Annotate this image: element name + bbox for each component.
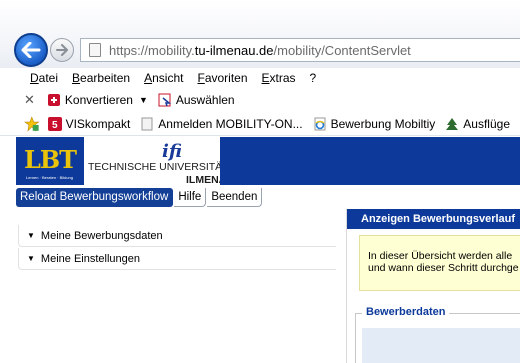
tab-beenden[interactable]: Beenden	[207, 188, 263, 207]
application-history-panel: Anzeigen Bewerbungsverlauf In dieser Übe…	[346, 209, 520, 363]
url-prefix: https://mobility.	[109, 42, 195, 58]
favorite-label: Ausflüge	[463, 116, 510, 131]
forward-arrow-icon	[56, 44, 68, 56]
banner-fill	[220, 137, 520, 185]
page-content: LBT Lernen · Beraten · Bildung ifi TECHN…	[0, 137, 520, 363]
tab-reload-workflow[interactable]: Reload Bewerbungsworkflow	[16, 188, 174, 207]
logo-block: LBT Lernen · Beraten · Bildung	[16, 137, 84, 185]
favorite-label: VISkompakt	[65, 116, 131, 131]
triangle-down-icon: ▼	[27, 231, 35, 240]
tab-hilfe[interactable]: Hilfe	[174, 188, 207, 207]
vis-icon: 5	[47, 116, 62, 131]
menu-favoriten[interactable]: Favoriten	[197, 71, 247, 85]
select-label: Auswählen	[175, 93, 235, 107]
sidebar-accordion: ▼ Meine Bewerbungsdaten ▼ Meine Einstell…	[18, 225, 336, 271]
url-suffix: /mobility/ContentServlet	[273, 42, 411, 58]
favorite-label: Anmelden MOBILITY-ON...	[158, 116, 303, 131]
panel-title: Anzeigen Bewerbungsverlauf	[347, 209, 520, 229]
favorite-viskompakt[interactable]: 5 VISkompakt	[47, 116, 131, 131]
menu-help[interactable]: ?	[310, 71, 317, 85]
accordion-einstellungen[interactable]: ▼ Meine Einstellungen	[18, 248, 336, 270]
triangle-down-icon: ▼	[27, 254, 35, 263]
info-line: In dieser Übersicht werden alle	[368, 250, 513, 262]
favorite-bewerbung[interactable]: Bewerbung Mobiltiy	[313, 116, 436, 131]
command-bar: ✕ Konvertieren ▼ Auswählen	[0, 89, 520, 111]
header-banner: LBT Lernen · Beraten · Bildung ifi TECHN…	[16, 137, 520, 186]
forward-button[interactable]	[50, 38, 74, 62]
accordion-bewerbungsdaten[interactable]: ▼ Meine Bewerbungsdaten	[18, 225, 336, 247]
info-line: und wann dieser Schritt durchge	[368, 262, 519, 274]
tu-logo-mark: ifi	[162, 141, 182, 162]
favorite-label: Bewerbung Mobiltiy	[330, 116, 436, 131]
favorite-ausfluege[interactable]: Ausflüge	[445, 117, 510, 131]
back-arrow-icon	[21, 42, 41, 58]
menu-extras[interactable]: Extras	[262, 71, 296, 85]
close-icon[interactable]: ✕	[24, 92, 35, 108]
menu-ansicht[interactable]: Ansicht	[144, 71, 183, 85]
lbt-logo-subtext: Lernen · Beraten · Bildung	[26, 175, 73, 180]
accordion-label: Meine Einstellungen	[40, 252, 140, 265]
action-tabs: Reload Bewerbungsworkflow Hilfe Beenden	[16, 188, 263, 207]
applicant-data-fieldset: Bewerberdaten	[355, 306, 520, 363]
select-icon	[158, 93, 171, 107]
url-domain: tu-ilmenau.de	[194, 42, 274, 58]
favorite-anmelden[interactable]: Anmelden MOBILITY-ON...	[140, 116, 303, 131]
menu-bar: Datei Bearbeiten Ansicht Favoriten Extra…	[0, 68, 520, 87]
browser-toolbar: https://mobility. tu-ilmenau.de/mobility/…	[0, 0, 520, 68]
ie-page-icon	[314, 117, 326, 130]
applicant-data-area	[362, 328, 520, 363]
svg-text:5: 5	[52, 120, 58, 131]
page-icon	[141, 117, 153, 130]
fieldset-legend: Bewerberdaten	[362, 306, 450, 318]
lbt-logo: LBT	[24, 145, 77, 174]
convert-button[interactable]: Konvertieren	[47, 93, 133, 107]
accordion-label: Meine Bewerbungsdaten	[40, 229, 163, 242]
select-button[interactable]: Auswählen	[158, 93, 235, 107]
convert-dropdown-icon[interactable]: ▼	[139, 95, 148, 105]
info-box: In dieser Übersicht werden alle und wann…	[359, 235, 520, 291]
tree-icon	[446, 117, 459, 130]
favorites-bar: 5 VISkompakt Anmelden MOBILITY-ON... Bew…	[0, 112, 520, 136]
address-bar[interactable]: https://mobility. tu-ilmenau.de/mobility/…	[80, 38, 520, 62]
page-icon	[89, 43, 101, 57]
menu-datei[interactable]: Datei	[30, 71, 58, 85]
convert-icon	[47, 94, 60, 106]
back-button[interactable]	[14, 33, 48, 67]
menu-bearbeiten[interactable]: Bearbeiten	[72, 71, 130, 85]
convert-label: Konvertieren	[64, 93, 133, 107]
university-name: TECHNISCHE UNIVERSITÄT	[88, 161, 229, 173]
favorites-star-icon[interactable]	[24, 115, 40, 132]
